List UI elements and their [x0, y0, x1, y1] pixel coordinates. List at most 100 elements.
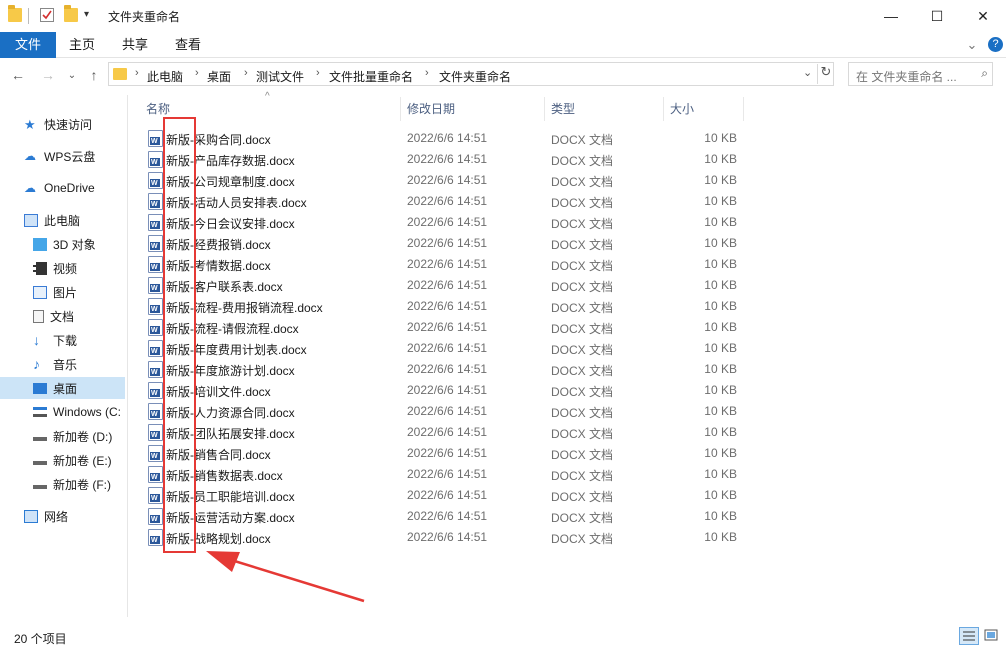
column-header-type[interactable]: 类型 [545, 97, 664, 121]
tab-file[interactable]: 文件 [0, 32, 56, 58]
file-size: 10 KB [704, 446, 737, 460]
file-size: 10 KB [704, 509, 737, 523]
breadcrumb-item[interactable]: 桌面 [207, 68, 231, 85]
nav-item-drive-e[interactable]: 新加卷 (E:) [0, 449, 125, 471]
minimize-button[interactable]: — [868, 0, 914, 32]
desktop-icon [33, 382, 47, 394]
breadcrumb-chevron-icon[interactable]: › [425, 67, 429, 79]
recent-locations-chevron-icon[interactable]: ⌄ [62, 65, 82, 85]
title-bar: ▾ 文件夹重命名 — ☐ ✕ [0, 0, 1006, 32]
nav-item-music[interactable]: ♪ 音乐 [0, 353, 125, 375]
nav-item-drive-c[interactable]: Windows (C: [0, 401, 125, 423]
file-date-modified: 2022/6/6 14:51 [407, 425, 488, 439]
file-type: DOCX 文档 [551, 322, 614, 336]
large-icons-view-icon[interactable] [983, 627, 1001, 645]
ribbon-expand-chevron-icon[interactable]: ⌄ [962, 32, 982, 58]
nav-item-onedrive[interactable]: ☁ OneDrive [0, 177, 125, 199]
file-row[interactable]: W 新版-客户联系表.docx 2022/6/6 14:51 DOCX 文档 10 KB [140, 275, 740, 296]
file-date-modified: 2022/6/6 14:51 [407, 215, 488, 229]
properties-icon[interactable] [40, 8, 54, 22]
details-view-icon[interactable] [959, 627, 979, 645]
customize-toolbar-chevron-icon[interactable]: ▾ [84, 9, 98, 23]
address-dropdown-chevron-icon[interactable]: ⌄ [803, 66, 812, 79]
status-bar: 20 个项目 [0, 623, 1006, 649]
nav-item-drive-d[interactable]: 新加卷 (D:) [0, 425, 125, 447]
help-icon[interactable]: ? [988, 37, 1003, 52]
breadcrumb-item[interactable]: 此电脑 [147, 68, 183, 85]
file-row[interactable]: W 新版-年度费用计划表.docx 2022/6/6 14:51 DOCX 文档 10 … [140, 338, 740, 359]
nav-item-pictures[interactable]: 图片 [0, 281, 125, 303]
file-date-modified: 2022/6/6 14:51 [407, 236, 488, 250]
nav-item-label: 桌面 [53, 381, 78, 396]
back-arrow-icon[interactable]: ← [8, 65, 28, 85]
nav-item-downloads[interactable]: ↓ 下载 [0, 329, 125, 351]
file-date-modified: 2022/6/6 14:51 [407, 341, 488, 355]
file-row[interactable]: W 新版-考情数据.docx 2022/6/6 14:51 DOCX 文档 10 KB [140, 254, 740, 275]
word-document-icon: W [148, 214, 163, 231]
file-row[interactable]: W 新版-团队拓展安排.docx 2022/6/6 14:51 DOCX 文档 10 K… [140, 422, 740, 443]
breadcrumb-item[interactable]: 文件夹重命名 [439, 68, 511, 85]
refresh-icon[interactable]: ↻ [817, 64, 834, 84]
file-date-modified: 2022/6/6 14:51 [407, 320, 488, 334]
file-row[interactable]: W 新版-产品库存数据.docx 2022/6/6 14:51 DOCX 文档 10 K… [140, 149, 740, 170]
file-date-modified: 2022/6/6 14:51 [407, 131, 488, 145]
file-row[interactable]: W 新版-人力资源合同.docx 2022/6/6 14:51 DOCX 文档 10 K… [140, 401, 740, 422]
file-type: DOCX 文档 [551, 343, 614, 357]
file-row[interactable]: W 新版-运营活动方案.docx 2022/6/6 14:51 DOCX 文档 10 K… [140, 506, 740, 527]
nav-item-this-pc[interactable]: 此电脑 [0, 209, 125, 231]
breadcrumb-item[interactable]: 文件批量重命名 [329, 68, 413, 85]
file-row[interactable]: W 新版-采购合同.docx 2022/6/6 14:51 DOCX 文档 10 KB [140, 128, 740, 149]
word-document-icon: W [148, 508, 163, 525]
file-date-modified: 2022/6/6 14:51 [407, 509, 488, 523]
nav-item-quick-access[interactable]: ★ 快速访问 [0, 113, 125, 135]
file-row[interactable]: W 新版-流程-请假流程.docx 2022/6/6 14:51 DOCX 文档 10 … [140, 317, 740, 338]
file-row[interactable]: W 新版-员工职能培训.docx 2022/6/6 14:51 DOCX 文档 10 K… [140, 485, 740, 506]
file-type: DOCX 文档 [551, 259, 614, 273]
column-header-date-modified[interactable]: 修改日期 [401, 97, 545, 121]
file-date-modified: 2022/6/6 14:51 [407, 173, 488, 187]
nav-item-label: 视频 [53, 261, 78, 276]
nav-item-drive-f[interactable]: 新加卷 (F:) [0, 473, 125, 495]
forward-arrow-icon[interactable]: → [38, 65, 58, 85]
file-row[interactable]: W 新版-流程-费用报销流程.docx 2022/6/6 14:51 DOCX 文档 1… [140, 296, 740, 317]
file-row[interactable]: W 新版-培训文件.docx 2022/6/6 14:51 DOCX 文档 10 KB [140, 380, 740, 401]
search-input[interactable]: 在 文件夹重命名 ... ⌕ [848, 62, 993, 86]
file-date-modified: 2022/6/6 14:51 [407, 299, 488, 313]
file-size: 10 KB [704, 215, 737, 229]
file-size: 10 KB [704, 362, 737, 376]
maximize-button[interactable]: ☐ [914, 0, 960, 32]
close-button[interactable]: ✕ [960, 0, 1006, 32]
tab-share[interactable]: 共享 [115, 32, 155, 58]
file-row[interactable]: W 新版-经费报销.docx 2022/6/6 14:51 DOCX 文档 10 KB [140, 233, 740, 254]
breadcrumb-chevron-icon[interactable]: › [316, 67, 320, 79]
breadcrumb-item[interactable]: 测试文件 [256, 68, 304, 85]
nav-item-3d-objects[interactable]: 3D 对象 [0, 233, 125, 255]
file-row[interactable]: W 新版-活动人员安排表.docx 2022/6/6 14:51 DOCX 文档 10 … [140, 191, 740, 212]
file-size: 10 KB [704, 320, 737, 334]
breadcrumb-chevron-icon[interactable]: › [195, 67, 199, 79]
file-row[interactable]: W 新版-销售合同.docx 2022/6/6 14:51 DOCX 文档 10 KB [140, 443, 740, 464]
file-type: DOCX 文档 [551, 280, 614, 294]
tab-home[interactable]: 主页 [62, 32, 102, 58]
word-document-icon: W [148, 256, 163, 273]
address-bar[interactable]: › 此电脑 › 桌面 › 测试文件 › 文件批量重命名 › 文件夹重命名 ⌄ ↻ [108, 62, 834, 86]
column-header-size[interactable]: 大小 [664, 97, 744, 121]
cloud-icon: ☁ [24, 180, 36, 195]
nav-item-videos[interactable]: 视频 [0, 257, 125, 279]
tab-view[interactable]: 查看 [168, 32, 208, 58]
file-row[interactable]: W 新版-销售数据表.docx 2022/6/6 14:51 DOCX 文档 10 KB [140, 464, 740, 485]
nav-item-desktop[interactable]: 桌面 [0, 377, 125, 399]
file-size: 10 KB [704, 467, 737, 481]
nav-item-documents[interactable]: 文档 [0, 305, 125, 327]
file-row[interactable]: W 新版-今日会议安排.docx 2022/6/6 14:51 DOCX 文档 10 K… [140, 212, 740, 233]
new-folder-icon[interactable] [64, 5, 78, 22]
file-size: 10 KB [704, 194, 737, 208]
nav-item-network[interactable]: 网络 [0, 505, 125, 527]
up-arrow-icon[interactable]: ↑ [84, 65, 104, 85]
nav-item-wps-cloud[interactable]: ☁ WPS云盘 [0, 145, 125, 167]
file-row[interactable]: W 新版-年度旅游计划.docx 2022/6/6 14:51 DOCX 文档 10 K… [140, 359, 740, 380]
word-document-icon: W [148, 487, 163, 504]
breadcrumb-chevron-icon[interactable]: › [244, 67, 248, 79]
file-row[interactable]: W 新版-公司规章制度.docx 2022/6/6 14:51 DOCX 文档 10 K… [140, 170, 740, 191]
breadcrumb-chevron-icon[interactable]: › [135, 67, 139, 79]
